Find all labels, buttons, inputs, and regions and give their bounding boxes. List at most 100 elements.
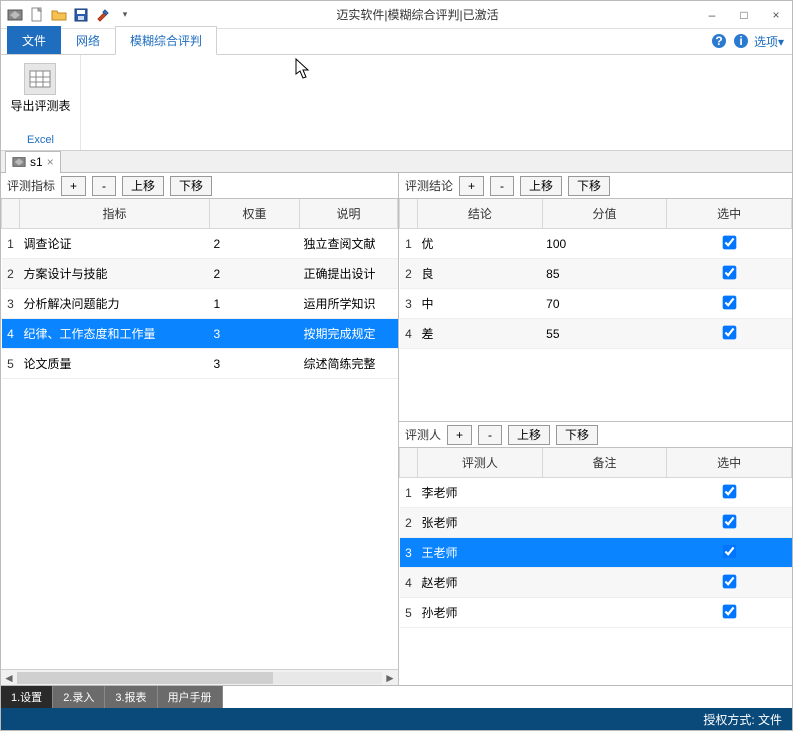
cell[interactable]: 100: [542, 229, 667, 259]
doc-tab-s1[interactable]: s1 ×: [5, 151, 61, 173]
col-evaluator[interactable]: 评测人: [418, 448, 543, 478]
cell[interactable]: 孙老师: [418, 598, 543, 628]
col-desc[interactable]: 说明: [300, 199, 398, 229]
evaluators-remove-button[interactable]: -: [478, 425, 502, 445]
open-button[interactable]: [49, 5, 69, 25]
row-checkbox[interactable]: [722, 544, 736, 558]
table-row[interactable]: 3王老师: [400, 538, 792, 568]
cell[interactable]: 优: [418, 229, 543, 259]
evaluators-grid[interactable]: 评测人 备注 选中 1李老师2张老师3王老师4赵老师5孙老师: [399, 448, 792, 628]
table-row[interactable]: 2张老师: [400, 508, 792, 538]
cell[interactable]: 论文质量: [20, 349, 210, 379]
table-row[interactable]: 1调查论证2独立查阅文献: [2, 229, 398, 259]
btab-report[interactable]: 3.报表: [105, 686, 157, 708]
indicators-up-button[interactable]: 上移: [122, 176, 164, 196]
indicators-grid[interactable]: 指标 权重 说明 1调查论证2独立查阅文献2方案设计与技能2正确提出设计3分析解…: [1, 199, 398, 379]
cell[interactable]: [542, 568, 667, 598]
cell[interactable]: 王老师: [418, 538, 543, 568]
conclusions-grid[interactable]: 结论 分值 选中 1优1002良853中704差55: [399, 199, 792, 349]
info-icon[interactable]: i: [732, 32, 750, 50]
cell[interactable]: 运用所学知识: [300, 289, 398, 319]
btab-manual[interactable]: 用户手册: [158, 686, 223, 708]
indicators-down-button[interactable]: 下移: [170, 176, 212, 196]
table-row[interactable]: 1李老师: [400, 478, 792, 508]
row-checkbox[interactable]: [722, 484, 736, 498]
cell[interactable]: 55: [542, 319, 667, 349]
scroll-left-icon[interactable]: ◄: [1, 671, 17, 685]
app-icon[interactable]: [5, 5, 25, 25]
cell[interactable]: 中: [418, 289, 543, 319]
cell[interactable]: 方案设计与技能: [20, 259, 210, 289]
cell[interactable]: 70: [542, 289, 667, 319]
tab-fuzzy-eval[interactable]: 模糊综合评判: [115, 26, 217, 55]
checkbox-cell[interactable]: [667, 538, 792, 568]
table-row[interactable]: 2方案设计与技能2正确提出设计: [2, 259, 398, 289]
export-eval-table-button[interactable]: 导出评测表: [10, 63, 70, 114]
checkbox-cell[interactable]: [667, 289, 792, 319]
cell[interactable]: [542, 508, 667, 538]
cell[interactable]: 1: [210, 289, 300, 319]
col-weight[interactable]: 权重: [210, 199, 300, 229]
qat-dropdown[interactable]: ▾: [115, 5, 135, 25]
table-row[interactable]: 1优100: [400, 229, 792, 259]
col-remark[interactable]: 备注: [542, 448, 667, 478]
row-checkbox[interactable]: [722, 295, 736, 309]
cell[interactable]: 赵老师: [418, 568, 543, 598]
close-button[interactable]: ×: [764, 8, 788, 22]
row-checkbox[interactable]: [722, 574, 736, 588]
cell[interactable]: 调查论证: [20, 229, 210, 259]
cell[interactable]: 分析解决问题能力: [20, 289, 210, 319]
table-row[interactable]: 5论文质量3综述简练完整: [2, 349, 398, 379]
cell[interactable]: [542, 478, 667, 508]
indicators-remove-button[interactable]: -: [92, 176, 116, 196]
cell[interactable]: 差: [418, 319, 543, 349]
tools-button[interactable]: [93, 5, 113, 25]
col-selected[interactable]: 选中: [667, 448, 792, 478]
cell[interactable]: 良: [418, 259, 543, 289]
evaluators-down-button[interactable]: 下移: [556, 425, 598, 445]
table-row[interactable]: 4纪律、工作态度和工作量3按期完成规定: [2, 319, 398, 349]
checkbox-cell[interactable]: [667, 598, 792, 628]
cell[interactable]: 3: [210, 349, 300, 379]
row-checkbox[interactable]: [722, 604, 736, 618]
indicators-add-button[interactable]: +: [61, 176, 86, 196]
col-indicator[interactable]: 指标: [20, 199, 210, 229]
options-button[interactable]: 选项▾: [754, 33, 784, 50]
table-row[interactable]: 3中70: [400, 289, 792, 319]
cell[interactable]: 2: [210, 259, 300, 289]
save-button[interactable]: [71, 5, 91, 25]
row-checkbox[interactable]: [722, 325, 736, 339]
cell[interactable]: 李老师: [418, 478, 543, 508]
conclusions-down-button[interactable]: 下移: [568, 176, 610, 196]
btab-input[interactable]: 2.录入: [53, 686, 105, 708]
cell[interactable]: 纪律、工作态度和工作量: [20, 319, 210, 349]
evaluators-add-button[interactable]: +: [447, 425, 472, 445]
checkbox-cell[interactable]: [667, 568, 792, 598]
minimize-button[interactable]: –: [700, 8, 724, 22]
row-checkbox[interactable]: [722, 514, 736, 528]
maximize-button[interactable]: □: [732, 8, 756, 22]
tab-file[interactable]: 文件: [7, 26, 61, 54]
cell[interactable]: 85: [542, 259, 667, 289]
checkbox-cell[interactable]: [667, 508, 792, 538]
table-row[interactable]: 4差55: [400, 319, 792, 349]
checkbox-cell[interactable]: [667, 319, 792, 349]
conclusions-add-button[interactable]: +: [459, 176, 484, 196]
indicators-hscroll[interactable]: ◄ ►: [1, 669, 398, 685]
table-row[interactable]: 2良85: [400, 259, 792, 289]
conclusions-up-button[interactable]: 上移: [520, 176, 562, 196]
new-doc-button[interactable]: [27, 5, 47, 25]
cell[interactable]: 正确提出设计: [300, 259, 398, 289]
cell[interactable]: [542, 598, 667, 628]
table-row[interactable]: 5孙老师: [400, 598, 792, 628]
checkbox-cell[interactable]: [667, 259, 792, 289]
cell[interactable]: [542, 538, 667, 568]
row-checkbox[interactable]: [722, 265, 736, 279]
cell[interactable]: 按期完成规定: [300, 319, 398, 349]
close-icon[interactable]: ×: [47, 155, 54, 169]
table-row[interactable]: 3分析解决问题能力1运用所学知识: [2, 289, 398, 319]
cell[interactable]: 独立查阅文献: [300, 229, 398, 259]
conclusions-remove-button[interactable]: -: [490, 176, 514, 196]
scroll-right-icon[interactable]: ►: [382, 671, 398, 685]
btab-settings[interactable]: 1.设置: [1, 686, 53, 708]
